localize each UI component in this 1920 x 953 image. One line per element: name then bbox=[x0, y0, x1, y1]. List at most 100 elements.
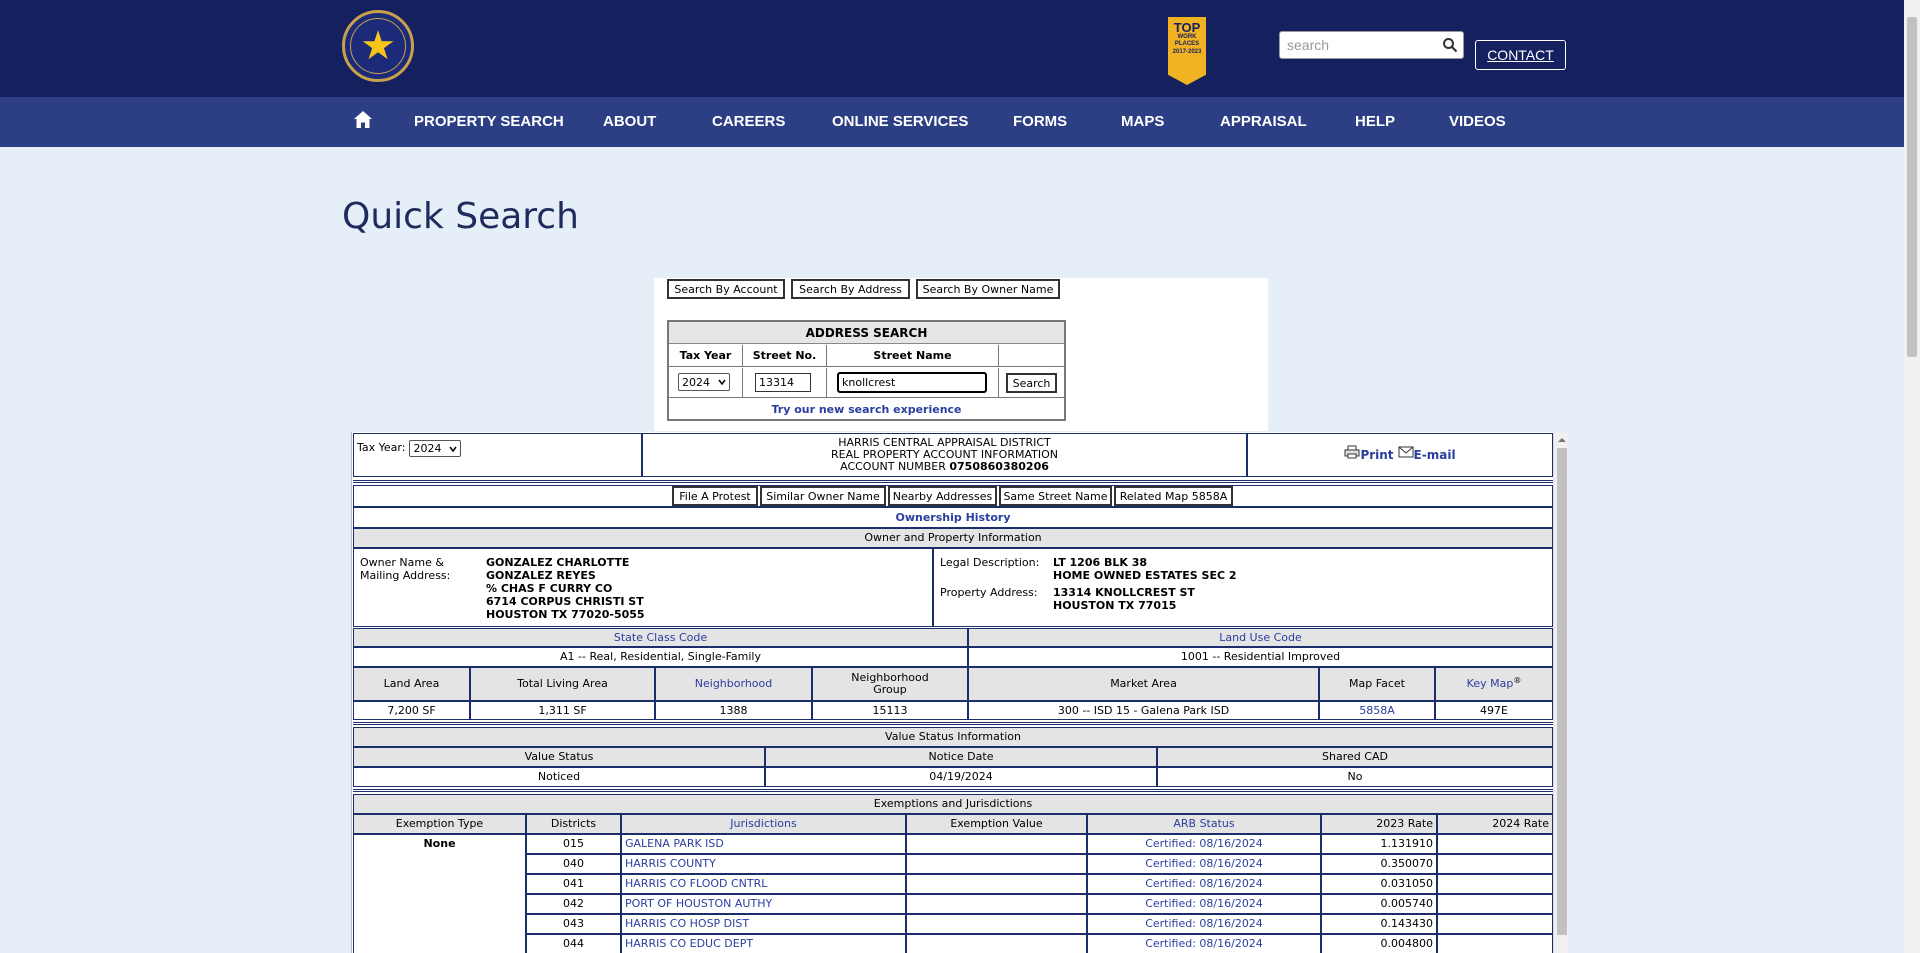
nav-property-search[interactable]: PROPERTY SEARCH bbox=[414, 113, 564, 130]
account-number: 0750860380206 bbox=[949, 460, 1049, 473]
neighborhood-value: 1388 bbox=[655, 701, 812, 720]
neighborhood-header[interactable]: Neighborhood bbox=[655, 667, 812, 701]
exemption-value-cell bbox=[906, 854, 1087, 874]
page-scrollbar-thumb[interactable] bbox=[1907, 17, 1917, 357]
nav-maps[interactable]: MAPS bbox=[1121, 113, 1164, 130]
land-use-code-header[interactable]: Land Use Code bbox=[968, 628, 1553, 647]
land-area-value: 7,200 SF bbox=[353, 701, 470, 720]
street-name-cell: knollcrest bbox=[827, 368, 999, 398]
hcad-seal-logo[interactable]: ★ bbox=[342, 10, 414, 82]
results-scrollbar-thumb[interactable] bbox=[1557, 448, 1567, 935]
street-no-input[interactable]: 13314 bbox=[755, 373, 811, 392]
result-tax-year-value: 2024 bbox=[413, 441, 442, 455]
jurisdiction-link[interactable]: HARRIS CO FLOOD CNTRL bbox=[621, 874, 906, 894]
nav-help[interactable]: HELP bbox=[1355, 113, 1395, 130]
page-title: Quick Search bbox=[342, 196, 579, 237]
nav-appraisal[interactable]: APPRAISAL bbox=[1220, 113, 1307, 130]
same-street-name-button[interactable]: Same Street Name bbox=[999, 486, 1112, 506]
address-search-button[interactable]: Search bbox=[1006, 373, 1057, 393]
jurisdiction-link[interactable]: HARRIS CO HOSP DIST bbox=[621, 914, 906, 934]
legal-line: HOME OWNED ESTATES SEC 2 bbox=[1053, 569, 1237, 582]
registered-mark: ® bbox=[1513, 676, 1522, 685]
key-map-header: Key Map ® bbox=[1435, 667, 1553, 701]
jurisdiction-link[interactable]: GALENA PARK ISD bbox=[621, 834, 906, 854]
rate-2023-cell: 0.031050 bbox=[1321, 874, 1437, 894]
email-icon[interactable] bbox=[1398, 446, 1414, 458]
email-link[interactable]: E-mail bbox=[1414, 449, 1456, 461]
jurisdiction-link[interactable]: PORT OF HOUSTON AUTHY bbox=[621, 894, 906, 914]
street-name-input[interactable]: knollcrest bbox=[837, 372, 987, 393]
arb-status-link[interactable]: Certified: 08/16/2024 bbox=[1087, 914, 1321, 934]
exemptions-section-header: Exemptions and Jurisdictions bbox=[353, 794, 1553, 814]
key-map-link[interactable]: Key Map bbox=[1467, 678, 1514, 690]
result-tax-year-select[interactable]: 2024 bbox=[409, 440, 462, 457]
exemption-value-cell bbox=[906, 874, 1087, 894]
account-title-box: HARRIS CENTRAL APPRAISAL DISTRICT REAL P… bbox=[642, 433, 1247, 477]
main-nav: PROPERTY SEARCH ABOUT CAREERS ONLINE SER… bbox=[0, 97, 1904, 147]
ownership-history-link[interactable]: Ownership History bbox=[353, 507, 1553, 528]
state-class-code-header[interactable]: State Class Code bbox=[353, 628, 968, 647]
related-map-button[interactable]: Related Map 5858A bbox=[1114, 486, 1233, 506]
district-code: 042 bbox=[526, 894, 621, 914]
site-search-input[interactable] bbox=[1280, 32, 1438, 58]
street-no-cell: 13314 bbox=[743, 368, 827, 398]
account-results-frame: Tax Year: 2024 HARRIS CENTRAL APPRAISAL … bbox=[351, 432, 1569, 953]
tax-year-select[interactable]: 2024 bbox=[678, 373, 730, 391]
jurisdiction-link[interactable]: HARRIS COUNTY bbox=[621, 854, 906, 874]
jurisdictions-header[interactable]: Jurisdictions bbox=[621, 814, 906, 834]
nav-careers[interactable]: CAREERS bbox=[712, 113, 785, 130]
account-number-label: ACCOUNT NUMBER bbox=[840, 460, 946, 473]
map-facet-link[interactable]: 5858A bbox=[1319, 701, 1435, 720]
nav-online-services[interactable]: ONLINE SERVICES bbox=[832, 113, 968, 130]
blank-header bbox=[999, 345, 1064, 367]
search-icon[interactable] bbox=[1442, 37, 1458, 53]
total-living-area-value: 1,311 SF bbox=[470, 701, 655, 720]
arb-status-link[interactable]: Certified: 08/16/2024 bbox=[1087, 854, 1321, 874]
search-panel: Search By Account Search By Address Sear… bbox=[654, 278, 1268, 431]
owner-label-2: Mailing Address: bbox=[360, 569, 451, 582]
land-area-header: Land Area bbox=[353, 667, 470, 701]
arb-status-link[interactable]: Certified: 08/16/2024 bbox=[1087, 874, 1321, 894]
arb-status-link[interactable]: Certified: 08/16/2024 bbox=[1087, 934, 1321, 953]
divider bbox=[353, 789, 1553, 792]
badge-line1: TOP bbox=[1173, 20, 1201, 35]
home-icon[interactable] bbox=[352, 109, 374, 131]
search-by-account-button[interactable]: Search By Account bbox=[667, 279, 785, 299]
arb-status-link[interactable]: Certified: 08/16/2024 bbox=[1087, 894, 1321, 914]
key-map-value: 497E bbox=[1435, 701, 1553, 720]
printer-icon[interactable] bbox=[1344, 445, 1360, 459]
exemption-value-cell bbox=[906, 894, 1087, 914]
new-search-experience-link[interactable]: Try our new search experience bbox=[669, 399, 1064, 419]
exemption-value-cell bbox=[906, 914, 1087, 934]
market-area-value: 300 -- ISD 15 - Galena Park ISD bbox=[968, 701, 1319, 720]
scroll-up-arrow-icon[interactable] bbox=[1558, 436, 1566, 444]
legal-line: LT 1206 BLK 38 bbox=[1053, 556, 1148, 569]
arb-status-link[interactable]: Certified: 08/16/2024 bbox=[1087, 834, 1321, 854]
nav-forms[interactable]: FORMS bbox=[1013, 113, 1067, 130]
print-link[interactable]: Print bbox=[1360, 449, 1393, 461]
neighborhood-group-value: 15113 bbox=[812, 701, 968, 720]
file-a-protest-button[interactable]: File A Protest bbox=[672, 486, 758, 506]
rate-2024-cell bbox=[1437, 914, 1553, 934]
search-by-owner-name-button[interactable]: Search By Owner Name bbox=[916, 279, 1060, 299]
similar-owner-name-button[interactable]: Similar Owner Name bbox=[760, 486, 886, 506]
contact-button[interactable]: CONTACT bbox=[1475, 40, 1566, 70]
account-number-line: ACCOUNT NUMBER 0750860380206 bbox=[840, 461, 1049, 473]
value-status-section-header: Value Status Information bbox=[353, 727, 1553, 747]
jurisdiction-link[interactable]: HARRIS CO EDUC DEPT bbox=[621, 934, 906, 953]
nearby-addresses-button[interactable]: Nearby Addresses bbox=[888, 486, 997, 506]
arb-status-header[interactable]: ARB Status bbox=[1087, 814, 1321, 834]
rate-2023-header: 2023 Rate bbox=[1321, 814, 1437, 834]
district-code: 040 bbox=[526, 854, 621, 874]
exemption-value-cell bbox=[906, 934, 1087, 953]
divider bbox=[353, 722, 1553, 725]
nav-videos[interactable]: VIDEOS bbox=[1449, 113, 1506, 130]
chevron-down-icon bbox=[718, 379, 726, 386]
badge-line2: WORK PLACES bbox=[1174, 34, 1200, 47]
results-scrollbar[interactable] bbox=[1553, 432, 1569, 953]
divider bbox=[353, 480, 1553, 483]
address-line: HOUSTON TX 77015 bbox=[1053, 599, 1177, 612]
search-by-address-button[interactable]: Search By Address bbox=[791, 279, 910, 299]
page-scrollbar[interactable] bbox=[1904, 0, 1920, 953]
nav-about[interactable]: ABOUT bbox=[603, 113, 656, 130]
